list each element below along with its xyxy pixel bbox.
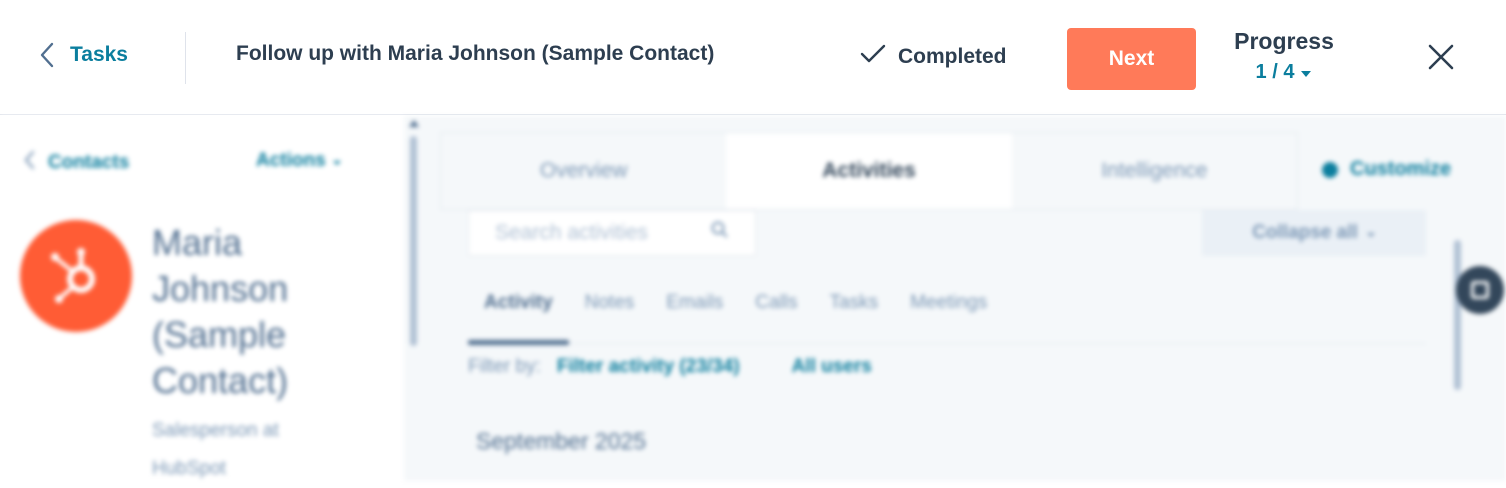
record-tabs: Overview Activities Intelligence — [440, 132, 1298, 210]
collapse-all-label: Collapse all — [1252, 222, 1358, 243]
panel-icon — [1471, 281, 1489, 299]
avatar — [20, 220, 132, 332]
scrollbar-thumb[interactable] — [410, 136, 417, 346]
activity-type-tabs: Activity Notes Emails Calls Tasks Meetin… — [468, 276, 1426, 345]
gear-icon — [1322, 161, 1338, 178]
activity-tab-tasks[interactable]: Tasks — [830, 276, 879, 343]
task-queue-bar: Tasks Follow up with Maria Johnson (Samp… — [0, 0, 1506, 115]
activity-filter-row: Filter by: Filter activity (23/34) All u… — [468, 356, 872, 378]
scroll-up-icon[interactable] — [409, 120, 419, 127]
contact-role: Salesperson at HubSpot — [152, 420, 279, 479]
customize-button[interactable]: Customize — [1322, 158, 1451, 181]
back-link-label: Tasks — [70, 43, 128, 66]
search-placeholder: Search activities — [495, 221, 648, 244]
hubspot-sprocket-icon — [43, 241, 109, 312]
caret-down-icon — [1300, 61, 1312, 84]
progress-dropdown[interactable]: 1 / 4 — [1256, 61, 1313, 84]
chevron-left-icon — [40, 42, 54, 68]
filter-activity-dropdown[interactable]: Filter activity (23/34) — [557, 356, 740, 378]
close-icon[interactable] — [1424, 40, 1458, 74]
tab-intelligence[interactable]: Intelligence — [1012, 133, 1297, 209]
task-title: Follow up with Maria Johnson (Sample Con… — [236, 42, 715, 65]
contact-name: Maria Johnson (Sample Contact) — [152, 222, 289, 401]
actions-dropdown[interactable]: Actions — [256, 150, 342, 172]
tab-overview[interactable]: Overview — [441, 133, 726, 209]
sidebar-scrollbar[interactable] — [404, 116, 424, 481]
all-users-dropdown[interactable]: All users — [792, 356, 872, 378]
activity-tab-calls[interactable]: Calls — [755, 276, 797, 343]
divider — [185, 32, 186, 84]
contact-record-background: Contacts Actions Maria Johnson (Sample C… — [0, 116, 1506, 481]
back-to-tasks-link[interactable]: Tasks — [40, 40, 128, 70]
contact-sidebar: Contacts Actions Maria Johnson (Sample C… — [0, 116, 405, 481]
activity-tab-activity[interactable]: Activity — [468, 276, 569, 345]
progress-value: 1 / 4 — [1255, 61, 1295, 83]
caret-down-icon — [332, 150, 342, 172]
next-task-button[interactable]: Next — [1067, 28, 1196, 90]
filter-by-label: Filter by: — [468, 356, 541, 377]
record-main-panel: Overview Activities Intelligence Customi… — [424, 116, 1506, 481]
actions-label: Actions — [256, 150, 326, 171]
tab-activities[interactable]: Activities — [726, 133, 1012, 209]
month-header: September 2025 — [476, 428, 647, 454]
progress-label: Progress — [1234, 28, 1334, 54]
completed-toggle[interactable]: Completed — [860, 44, 1007, 70]
activities-scrollbar[interactable] — [1450, 210, 1464, 481]
chevron-left-icon — [24, 150, 35, 176]
back-to-contacts-link[interactable]: Contacts — [24, 150, 129, 176]
sidebar-toggle-button[interactable] — [1456, 266, 1504, 314]
activity-tab-emails[interactable]: Emails — [666, 276, 723, 343]
checkmark-icon — [860, 44, 886, 70]
search-activities-input[interactable]: Search activities — [468, 210, 756, 256]
completed-label: Completed — [898, 45, 1007, 68]
customize-label: Customize — [1350, 158, 1452, 180]
activity-tab-meetings[interactable]: Meetings — [910, 276, 987, 343]
scrollbar-thumb[interactable] — [1454, 240, 1461, 390]
progress-indicator: Progress 1 / 4 — [1228, 28, 1340, 84]
activity-tab-notes[interactable]: Notes — [585, 276, 635, 343]
contacts-link-label: Contacts — [48, 152, 130, 173]
caret-down-icon — [1366, 222, 1376, 244]
collapse-all-button[interactable]: Collapse all — [1202, 210, 1426, 256]
search-icon — [711, 221, 729, 245]
